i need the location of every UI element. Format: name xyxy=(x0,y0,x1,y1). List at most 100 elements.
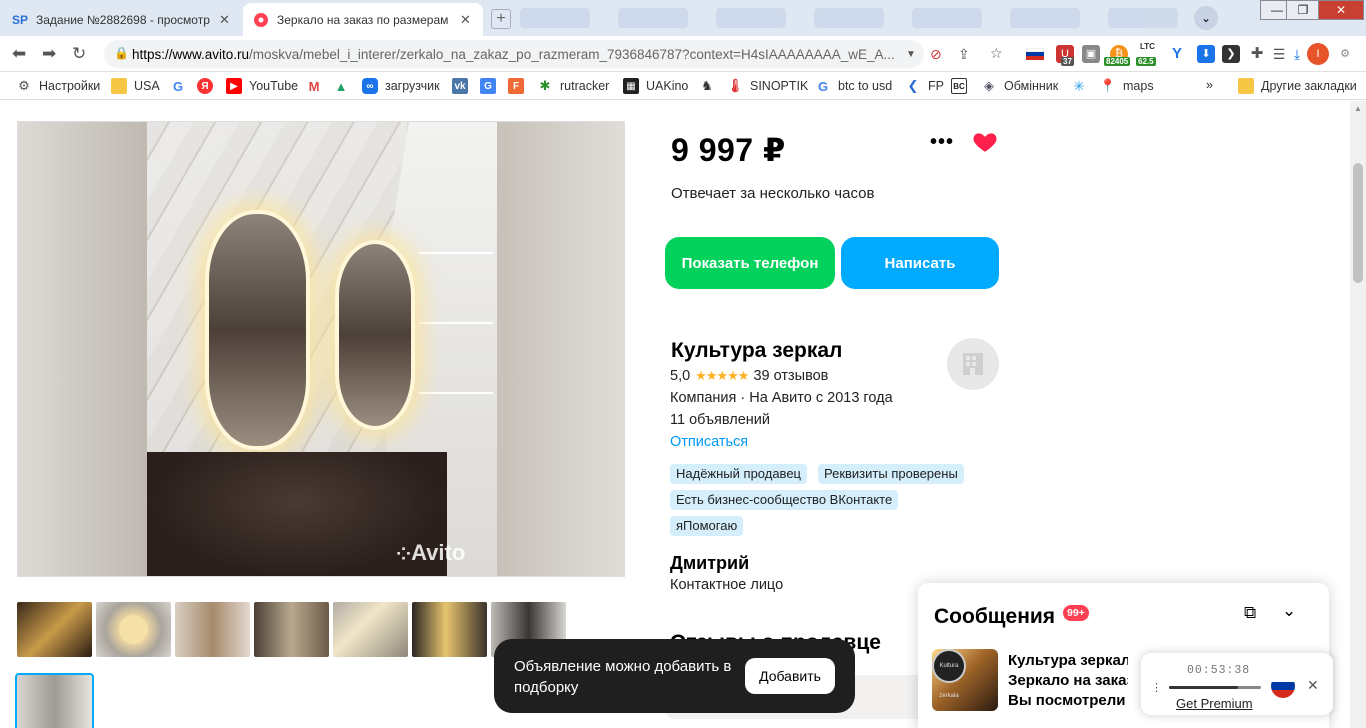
messages-title[interactable]: Сообщения xyxy=(934,605,1055,629)
main-product-photo[interactable]: ⁘Avito xyxy=(17,121,625,577)
avito-watermark-text: Avito xyxy=(411,540,466,565)
maps-pin-icon: 📍 xyxy=(1099,78,1117,93)
bookmark-youtube[interactable]: ▶ YouTube xyxy=(226,78,298,94)
open-external-icon[interactable]: ⧉ xyxy=(1244,603,1256,623)
show-phone-button[interactable]: Показать телефон xyxy=(665,237,835,289)
bookmark-rutracker[interactable]: ✱ rutracker xyxy=(537,78,610,94)
close-window-button[interactable]: ✕ xyxy=(1318,0,1364,20)
chat-item-title[interactable]: Зеркало на заказ xyxy=(1008,672,1128,689)
thumbnail-3[interactable] xyxy=(175,602,250,657)
contact-name: Дмитрий xyxy=(670,553,750,573)
seller-ads-count[interactable]: 11 объявлений xyxy=(670,412,770,428)
thumbnail-5[interactable] xyxy=(333,602,408,657)
more-options-icon[interactable]: ••• xyxy=(930,131,954,154)
bookmark-figure[interactable]: ♞ xyxy=(699,78,722,94)
address-bar[interactable]: 🔒 https://www.avito.ru/moskva/mebel_i_in… xyxy=(104,40,924,68)
puzzle-extensions-icon[interactable]: ✚ xyxy=(1248,45,1266,63)
bookmark-label: rutracker xyxy=(560,79,610,93)
bookmark-fp[interactable]: ❮ FP xyxy=(905,78,944,94)
forward-arrow-icon[interactable]: ➡ xyxy=(42,44,56,64)
maximize-button[interactable]: ❐ xyxy=(1286,0,1320,20)
avito-watermark: ⁘Avito xyxy=(396,540,465,566)
bookmarks-overflow-button[interactable]: » xyxy=(1206,78,1213,92)
thumbnail-4[interactable] xyxy=(254,602,329,657)
url-host: https://www.avito.ru xyxy=(132,47,250,62)
bookmark-exchanger[interactable]: ◈ Обмінник xyxy=(981,78,1058,94)
bookmark-loader[interactable]: ∞ загрузчик xyxy=(362,78,440,94)
collapse-chevron-icon[interactable]: ⌄ xyxy=(1282,601,1296,621)
blocked-icon[interactable]: ⊘ xyxy=(930,46,942,63)
thumbnail-1[interactable] xyxy=(17,602,92,657)
figure-icon: ♞ xyxy=(701,78,713,93)
dropdown-caret-icon[interactable]: ▼ xyxy=(906,49,916,60)
thumbnail-2[interactable] xyxy=(96,602,171,657)
bookmark-uakino[interactable]: ▦ UAKino xyxy=(623,78,688,94)
kebab-menu-icon[interactable]: ⋮ xyxy=(1151,681,1162,694)
download-extension-icon[interactable]: ⬇ xyxy=(1197,45,1215,63)
arrow-extension-icon[interactable]: ❯ xyxy=(1222,45,1240,63)
profile-avatar[interactable]: I xyxy=(1307,43,1329,65)
unsubscribe-link[interactable]: Отписаться xyxy=(670,434,748,450)
russia-flag-icon[interactable] xyxy=(1271,674,1295,698)
downloads-icon[interactable]: ⤓ xyxy=(1288,45,1306,63)
share-icon[interactable]: ⇪ xyxy=(958,46,970,63)
reload-icon[interactable]: ↻ xyxy=(72,44,86,64)
bookmark-star-icon[interactable]: ☆ xyxy=(990,45,1003,62)
chat-preview[interactable]: Вы посмотрели xyxy=(1008,692,1128,709)
bookmark-btc-usd[interactable]: Gbtc to usd xyxy=(815,78,892,94)
bookmark-translate[interactable]: G xyxy=(480,78,503,94)
y-extension-icon[interactable]: Y xyxy=(1168,45,1186,63)
badge-details-verified[interactable]: Реквизиты проверены xyxy=(818,464,964,484)
badge-ya-pomogayu[interactable]: яПомогаю xyxy=(670,516,744,536)
write-message-button[interactable]: Написать xyxy=(841,237,999,289)
back-arrow-icon[interactable]: ⬅ xyxy=(12,44,26,64)
bookmark-label: Другие закладки xyxy=(1261,79,1357,93)
building-icon xyxy=(963,353,983,375)
bookmark-bc[interactable]: BC xyxy=(951,78,974,94)
bookmark-label: btc to usd xyxy=(838,79,893,93)
scroll-up-icon[interactable]: ▲ xyxy=(1354,104,1362,113)
bookmark-usa[interactable]: USA xyxy=(111,78,160,94)
seller-name[interactable]: Культура зеркал xyxy=(671,339,842,363)
bookmark-maps[interactable]: 📍 maps xyxy=(1100,78,1154,94)
thumbnail-6[interactable] xyxy=(412,602,487,657)
badge-reliable-seller[interactable]: Надёжный продавец xyxy=(670,464,807,484)
bookmark-snow[interactable]: ✳ xyxy=(1071,78,1094,94)
russia-flag-icon[interactable] xyxy=(1025,45,1045,63)
bookmark-vk[interactable]: vk xyxy=(452,78,475,94)
bookmark-f[interactable]: F xyxy=(508,78,531,94)
bookmark-other[interactable]: Другие закладки xyxy=(1238,78,1357,94)
lock-icon[interactable]: 🔒 xyxy=(114,46,129,60)
reviews-link[interactable]: 39 отзывов xyxy=(753,368,828,384)
bookmark-google[interactable]: G xyxy=(170,78,193,94)
scrollbar-thumb[interactable] xyxy=(1353,163,1363,283)
chat-avatar[interactable]: Kultura zerkala xyxy=(932,649,998,711)
briefcase-icon[interactable]: ▣ xyxy=(1082,45,1100,63)
seller-avatar[interactable] xyxy=(947,338,999,390)
get-premium-link[interactable]: Get Premium xyxy=(1176,696,1253,711)
toast-text: Объявление можно добавить в подборку xyxy=(514,658,732,696)
thumbnail-8-selected[interactable] xyxy=(15,673,94,728)
chrome-menu-icon[interactable]: ⚙ xyxy=(1336,45,1354,63)
folder-icon xyxy=(1238,78,1254,94)
bookmark-sinoptik[interactable]: 🌡 SINOPTIK xyxy=(727,78,809,94)
bookmark-yandex[interactable]: Я xyxy=(197,78,220,94)
favorite-heart-icon[interactable] xyxy=(972,129,998,155)
close-icon[interactable]: ✕ xyxy=(1307,677,1319,694)
chat-seller-name[interactable]: Культура зеркал xyxy=(1008,652,1128,669)
bookmark-gmail[interactable]: M xyxy=(306,78,329,94)
add-to-collection-button[interactable]: Добавить xyxy=(745,658,835,694)
tab-close-icon[interactable]: ✕ xyxy=(460,12,471,28)
tab-close-icon[interactable]: ✕ xyxy=(219,12,230,28)
tab-task[interactable]: SP Задание №2882698 - просмотр з ✕ xyxy=(2,3,242,36)
bookmark-settings[interactable]: ⚙ Настройки xyxy=(16,78,100,94)
tab-avito[interactable]: Зеркало на заказ по размерам ку ✕ xyxy=(243,3,483,36)
bookmark-drive[interactable]: ▲ xyxy=(333,78,356,94)
url-text[interactable]: https://www.avito.ru/moskva/mebel_i_inte… xyxy=(132,47,902,62)
media-queue-icon[interactable]: ☰ xyxy=(1270,45,1288,63)
tab-search-chevron-icon[interactable]: ⌄ xyxy=(1194,6,1218,30)
page-scrollbar[interactable]: ▲ xyxy=(1350,101,1366,728)
new-tab-button[interactable]: + xyxy=(491,9,511,29)
bookmark-label: maps xyxy=(1123,79,1154,93)
badge-vk-community[interactable]: Есть бизнес-сообщество ВКонтакте xyxy=(670,490,899,510)
